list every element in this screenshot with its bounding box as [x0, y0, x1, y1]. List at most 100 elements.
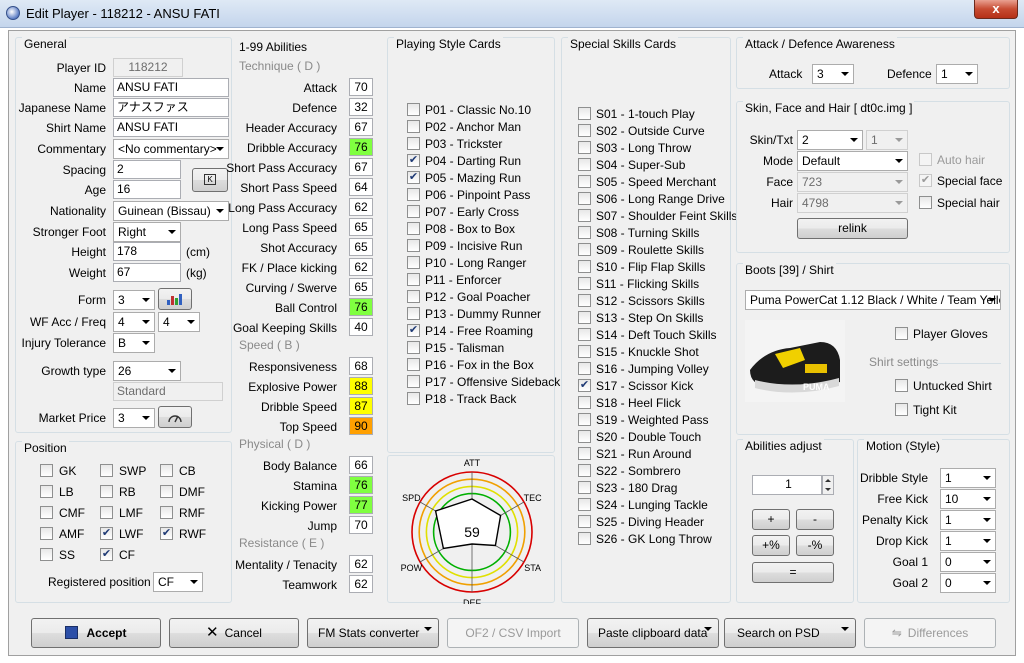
auto-hair-checkbox[interactable] — [919, 153, 932, 166]
special-face-checkbox[interactable]: ✔ — [919, 174, 932, 187]
ability-value-curving-swerve[interactable]: 65 — [349, 278, 373, 296]
search-psd-button[interactable]: Search on PSD — [724, 618, 856, 648]
position-checkbox-amf[interactable] — [40, 527, 53, 540]
ability-value-teamwork[interactable]: 62 — [349, 575, 373, 593]
shirt-name-field[interactable]: ANSU FATI — [113, 118, 229, 137]
adjust-minus-button[interactable]: - — [796, 509, 834, 530]
nationality-select[interactable]: Guinean (Bissau) — [113, 201, 229, 221]
registered-position-select[interactable]: CF — [153, 572, 203, 592]
special-skill-checkbox-s08[interactable] — [578, 226, 591, 239]
playing-style-checkbox-p17[interactable] — [407, 375, 420, 388]
position-checkbox-rwf[interactable]: ✔ — [160, 527, 173, 540]
motion-select-dribble-style[interactable]: 1 — [940, 468, 996, 488]
special-skill-checkbox-s07[interactable] — [578, 209, 591, 222]
special-skill-checkbox-s26[interactable] — [578, 532, 591, 545]
playing-style-checkbox-p16[interactable] — [407, 358, 420, 371]
position-checkbox-lmf[interactable] — [100, 506, 113, 519]
ability-value-goal-keeping-skills[interactable]: 40 — [349, 318, 373, 336]
playing-style-checkbox-p14[interactable]: ✔ — [407, 324, 420, 337]
playing-style-checkbox-p05[interactable]: ✔ — [407, 171, 420, 184]
fm-stats-converter-button[interactable]: FM Stats converter — [307, 618, 439, 648]
ability-value-stamina[interactable]: 76 — [349, 476, 373, 494]
ability-value-body-balance[interactable]: 66 — [349, 456, 373, 474]
height-field[interactable]: 178 — [113, 242, 181, 261]
player-gloves-checkbox[interactable] — [895, 327, 908, 340]
accept-button[interactable]: Accept — [31, 618, 161, 648]
name-field[interactable]: ANSU FATI — [113, 78, 229, 97]
position-checkbox-ss[interactable] — [40, 548, 53, 561]
special-skill-checkbox-s01[interactable] — [578, 107, 591, 120]
motion-select-goal-1[interactable]: 0 — [940, 552, 996, 572]
form-select[interactable]: 3 — [113, 290, 155, 310]
playing-style-checkbox-p01[interactable] — [407, 103, 420, 116]
special-skill-checkbox-s14[interactable] — [578, 328, 591, 341]
injury-select[interactable]: B — [113, 333, 155, 353]
position-checkbox-dmf[interactable] — [160, 485, 173, 498]
playing-style-checkbox-p11[interactable] — [407, 273, 420, 286]
paste-clipboard-button[interactable]: Paste clipboard data — [587, 618, 719, 648]
relink-button[interactable]: relink — [797, 218, 908, 239]
close-button[interactable]: x — [974, 0, 1018, 19]
special-skill-checkbox-s23[interactable] — [578, 481, 591, 494]
playing-style-checkbox-p15[interactable] — [407, 341, 420, 354]
boots-select[interactable]: Puma PowerCat 1.12 Black / White / Team … — [745, 290, 1001, 310]
playing-style-checkbox-p13[interactable] — [407, 307, 420, 320]
special-skill-checkbox-s13[interactable] — [578, 311, 591, 324]
ability-value-jump[interactable]: 70 — [349, 516, 373, 534]
spin-up-icon[interactable] — [825, 479, 831, 482]
motion-select-goal-2[interactable]: 0 — [940, 573, 996, 593]
motion-select-penalty-kick[interactable]: 1 — [940, 510, 996, 530]
age-calc-button[interactable]: K — [192, 168, 228, 192]
adjust-plus-button[interactable]: + — [752, 509, 790, 530]
stronger-foot-select[interactable]: Right — [113, 222, 181, 242]
skin-select[interactable]: 2 — [797, 130, 863, 150]
spin-down-icon[interactable] — [825, 488, 831, 491]
special-skill-checkbox-s21[interactable] — [578, 447, 591, 460]
special-skill-checkbox-s24[interactable] — [578, 498, 591, 511]
playing-style-checkbox-p04[interactable]: ✔ — [407, 154, 420, 167]
special-skill-checkbox-s02[interactable] — [578, 124, 591, 137]
adjust-spinner[interactable] — [822, 475, 834, 495]
ability-value-mentality-tenacity[interactable]: 62 — [349, 555, 373, 573]
market-price-select[interactable]: 3 — [113, 408, 155, 428]
position-checkbox-swp[interactable] — [100, 464, 113, 477]
ability-value-long-pass-accuracy[interactable]: 62 — [349, 198, 373, 216]
special-skill-checkbox-s25[interactable] — [578, 515, 591, 528]
playing-style-checkbox-p07[interactable] — [407, 205, 420, 218]
cancel-button[interactable]: ✕ Cancel — [169, 618, 299, 648]
wf-freq-select[interactable]: 4 — [158, 312, 200, 332]
ability-value-kicking-power[interactable]: 77 — [349, 496, 373, 514]
form-chart-button[interactable] — [158, 288, 192, 310]
adjust-plus-percent-button[interactable]: +% — [752, 535, 790, 556]
position-checkbox-cb[interactable] — [160, 464, 173, 477]
special-skill-checkbox-s22[interactable] — [578, 464, 591, 477]
special-skill-checkbox-s18[interactable] — [578, 396, 591, 409]
ability-value-fk-place-kicking[interactable]: 62 — [349, 258, 373, 276]
special-skill-checkbox-s03[interactable] — [578, 141, 591, 154]
playing-style-checkbox-p06[interactable] — [407, 188, 420, 201]
position-checkbox-rmf[interactable] — [160, 506, 173, 519]
ability-value-ball-control[interactable]: 76 — [349, 298, 373, 316]
playing-style-checkbox-p03[interactable] — [407, 137, 420, 150]
special-hair-checkbox[interactable] — [919, 196, 932, 209]
ability-value-top-speed[interactable]: 90 — [349, 417, 373, 435]
special-skill-checkbox-s19[interactable] — [578, 413, 591, 426]
special-skill-checkbox-s20[interactable] — [578, 430, 591, 443]
special-skill-checkbox-s11[interactable] — [578, 277, 591, 290]
wf-acc-select[interactable]: 4 — [113, 312, 155, 332]
position-checkbox-rb[interactable] — [100, 485, 113, 498]
playing-style-checkbox-p08[interactable] — [407, 222, 420, 235]
special-skill-checkbox-s04[interactable] — [578, 158, 591, 171]
special-skill-checkbox-s06[interactable] — [578, 192, 591, 205]
growth-select[interactable]: 26 — [113, 361, 181, 381]
ability-value-dribble-speed[interactable]: 87 — [349, 397, 373, 415]
untucked-shirt-checkbox[interactable] — [895, 379, 908, 392]
ability-value-short-pass-accuracy[interactable]: 67 — [349, 158, 373, 176]
position-checkbox-gk[interactable] — [40, 464, 53, 477]
ability-value-long-pass-speed[interactable]: 65 — [349, 218, 373, 236]
special-skill-checkbox-s12[interactable] — [578, 294, 591, 307]
special-skill-checkbox-s10[interactable] — [578, 260, 591, 273]
playing-style-checkbox-p09[interactable] — [407, 239, 420, 252]
playing-style-checkbox-p02[interactable] — [407, 120, 420, 133]
playing-style-checkbox-p18[interactable] — [407, 392, 420, 405]
